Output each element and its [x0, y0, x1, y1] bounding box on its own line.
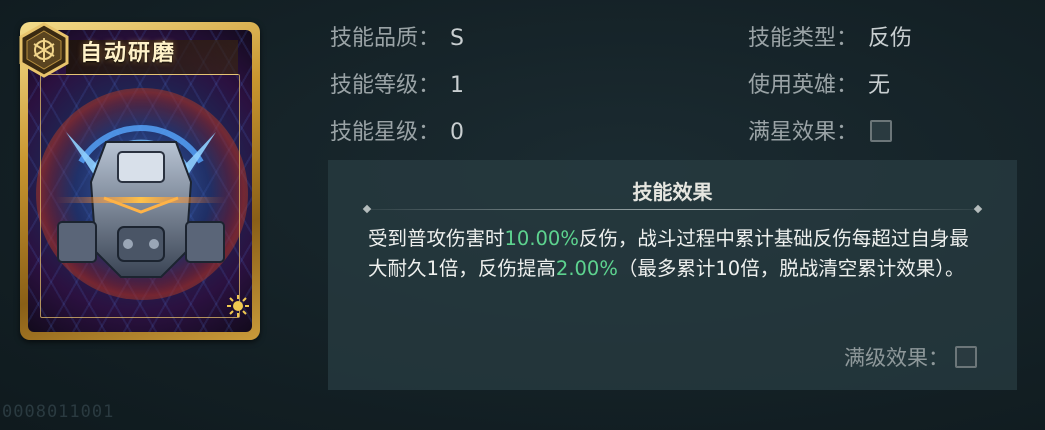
hex-emblem-icon [19, 22, 69, 78]
desc-text-3: （最多累计10倍，脱战清空累计效果）。 [617, 257, 965, 280]
desc-highlight-1: 10.00% [504, 227, 579, 250]
full-star-row: 满星效果： [748, 114, 893, 146]
skill-star-row: 技能星级： 0 [330, 114, 464, 146]
skill-effect-description: 受到普攻伤害时10.00%反伤，战斗过程中累计基础反伤每超过自身最大耐久1倍，反… [368, 224, 978, 284]
skill-quality-value: S [450, 26, 464, 51]
watermark-text: 0008011001 [2, 402, 115, 422]
full-star-checkbox[interactable] [870, 120, 893, 142]
full-star-label: 满星效果： [748, 120, 859, 145]
skill-star-value: 0 [450, 120, 465, 145]
card-title: 自动研磨 [80, 40, 177, 66]
skill-star-label: 技能星级： [330, 120, 441, 145]
full-level-checkbox[interactable] [955, 346, 977, 368]
skill-quality-row: 技能品质： S [330, 20, 464, 52]
title-divider [368, 209, 977, 210]
skill-effect-title: 技能效果 [632, 180, 713, 204]
skill-type-value: 反伤 [868, 26, 913, 51]
sun-gear-icon [227, 295, 249, 317]
hero-value: 无 [868, 73, 891, 98]
skill-type-label: 技能类型： [748, 26, 859, 51]
full-level-label: 满级效果： [844, 346, 949, 370]
desc-text-1: 受到普攻伤害时 [368, 227, 505, 250]
hero-row: 使用英雄： 无 [748, 67, 890, 99]
full-level-row: 满级效果： [844, 342, 977, 372]
skill-effect-panel: 技能效果 受到普攻伤害时10.00%反伤，战斗过程中累计基础反伤每超过自身最大耐… [328, 160, 1017, 390]
skill-type-row: 技能类型： 反伤 [748, 20, 912, 52]
skill-level-row: 技能等级： 1 [330, 67, 464, 99]
skill-level-value: 1 [450, 73, 465, 98]
desc-highlight-2: 2.00% [555, 257, 618, 280]
mech-robot-illustration [56, 125, 226, 278]
skill-quality-label: 技能品质： [330, 26, 441, 51]
hero-label: 使用英雄： [748, 73, 859, 98]
skill-card[interactable]: 自动研磨 [19, 22, 260, 340]
skill-level-label: 技能等级： [330, 73, 441, 98]
